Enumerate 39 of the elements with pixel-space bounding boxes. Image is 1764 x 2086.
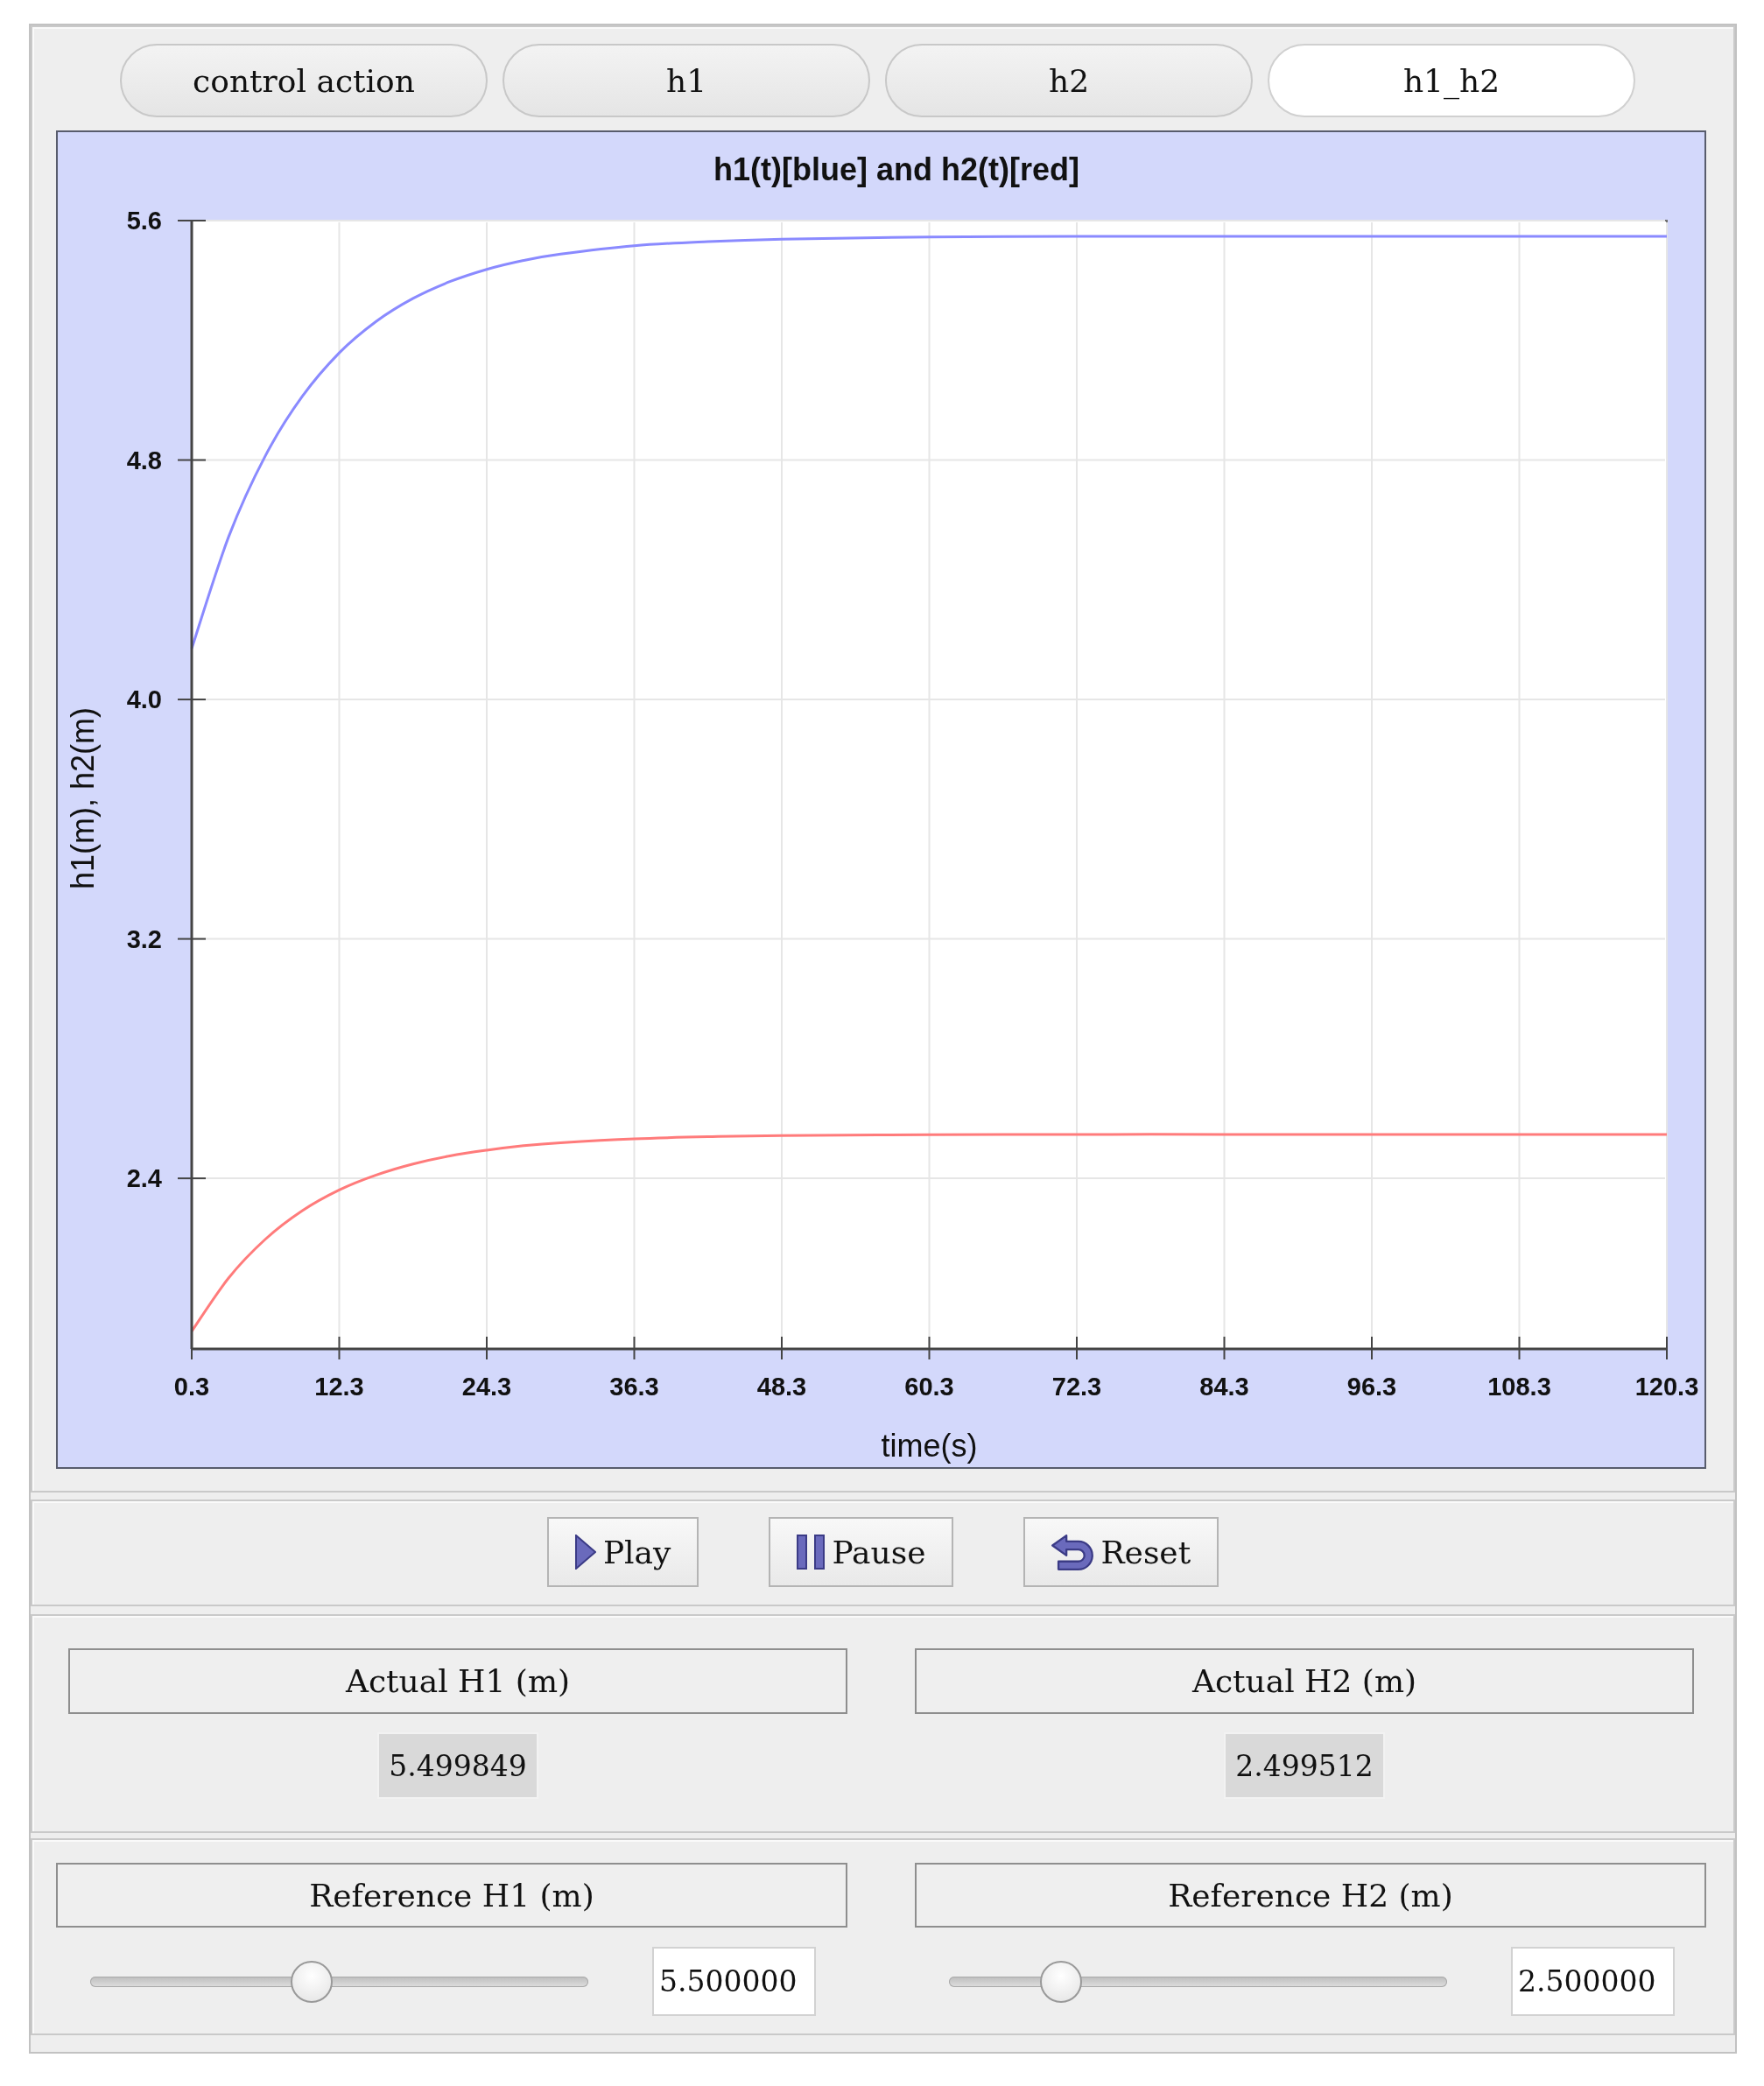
chart-title: h1(t)[blue] and h2(t)[red]	[713, 151, 1079, 187]
y-tick-label: 3.2	[126, 924, 162, 953]
x-axis-label: time(s)	[881, 1428, 978, 1464]
x-tick-label: 12.3	[314, 1373, 364, 1401]
tab[interactable]: h1_h2	[1268, 44, 1635, 117]
y-axis-label: h1(m), h2(m)	[65, 707, 101, 889]
play-icon	[574, 1535, 596, 1570]
value-input[interactable]: 5.500000	[652, 1947, 816, 2016]
x-tick-label: 0.3	[173, 1373, 210, 1401]
x-tick-label: 60.3	[904, 1373, 954, 1401]
curved-arrow-icon	[1051, 1534, 1094, 1570]
tab[interactable]: h1	[502, 44, 870, 117]
x-tick-label: 72.3	[1051, 1373, 1102, 1401]
x-tick-label: 48.3	[756, 1373, 807, 1401]
tab[interactable]: h2	[885, 44, 1253, 117]
x-tick-label: 84.3	[1199, 1373, 1249, 1401]
readout-field: 5.499849	[377, 1732, 538, 1799]
x-tick-label: 36.3	[609, 1373, 659, 1401]
x-tick-label: 108.3	[1487, 1373, 1551, 1401]
reset-button[interactable]: Reset	[1023, 1517, 1219, 1587]
readout-field: 2.499512	[1224, 1732, 1385, 1799]
value-input[interactable]: 2.500000	[1511, 1947, 1675, 2016]
field-label: Actual H1 (m)	[68, 1648, 847, 1714]
pause-icon	[797, 1535, 826, 1570]
y-tick-label: 2.4	[126, 1164, 162, 1193]
y-tick-label: 4.0	[126, 685, 162, 714]
y-tick-label: 5.6	[126, 207, 162, 235]
field-label: Reference H1 (m)	[56, 1863, 847, 1928]
field-label: Reference H2 (m)	[915, 1863, 1706, 1928]
play-button[interactable]: Play	[546, 1517, 699, 1587]
slider[interactable]	[90, 1960, 588, 2003]
slider[interactable]	[949, 1960, 1447, 2003]
y-tick-label: 4.8	[126, 446, 162, 474]
pause-button[interactable]: Pause	[769, 1517, 954, 1587]
tab[interactable]: control action	[120, 44, 488, 117]
x-tick-label: 24.3	[461, 1373, 512, 1401]
field-label: Actual H2 (m)	[915, 1648, 1694, 1714]
x-tick-label: 120.3	[1634, 1373, 1699, 1401]
x-tick-label: 96.3	[1346, 1373, 1397, 1401]
